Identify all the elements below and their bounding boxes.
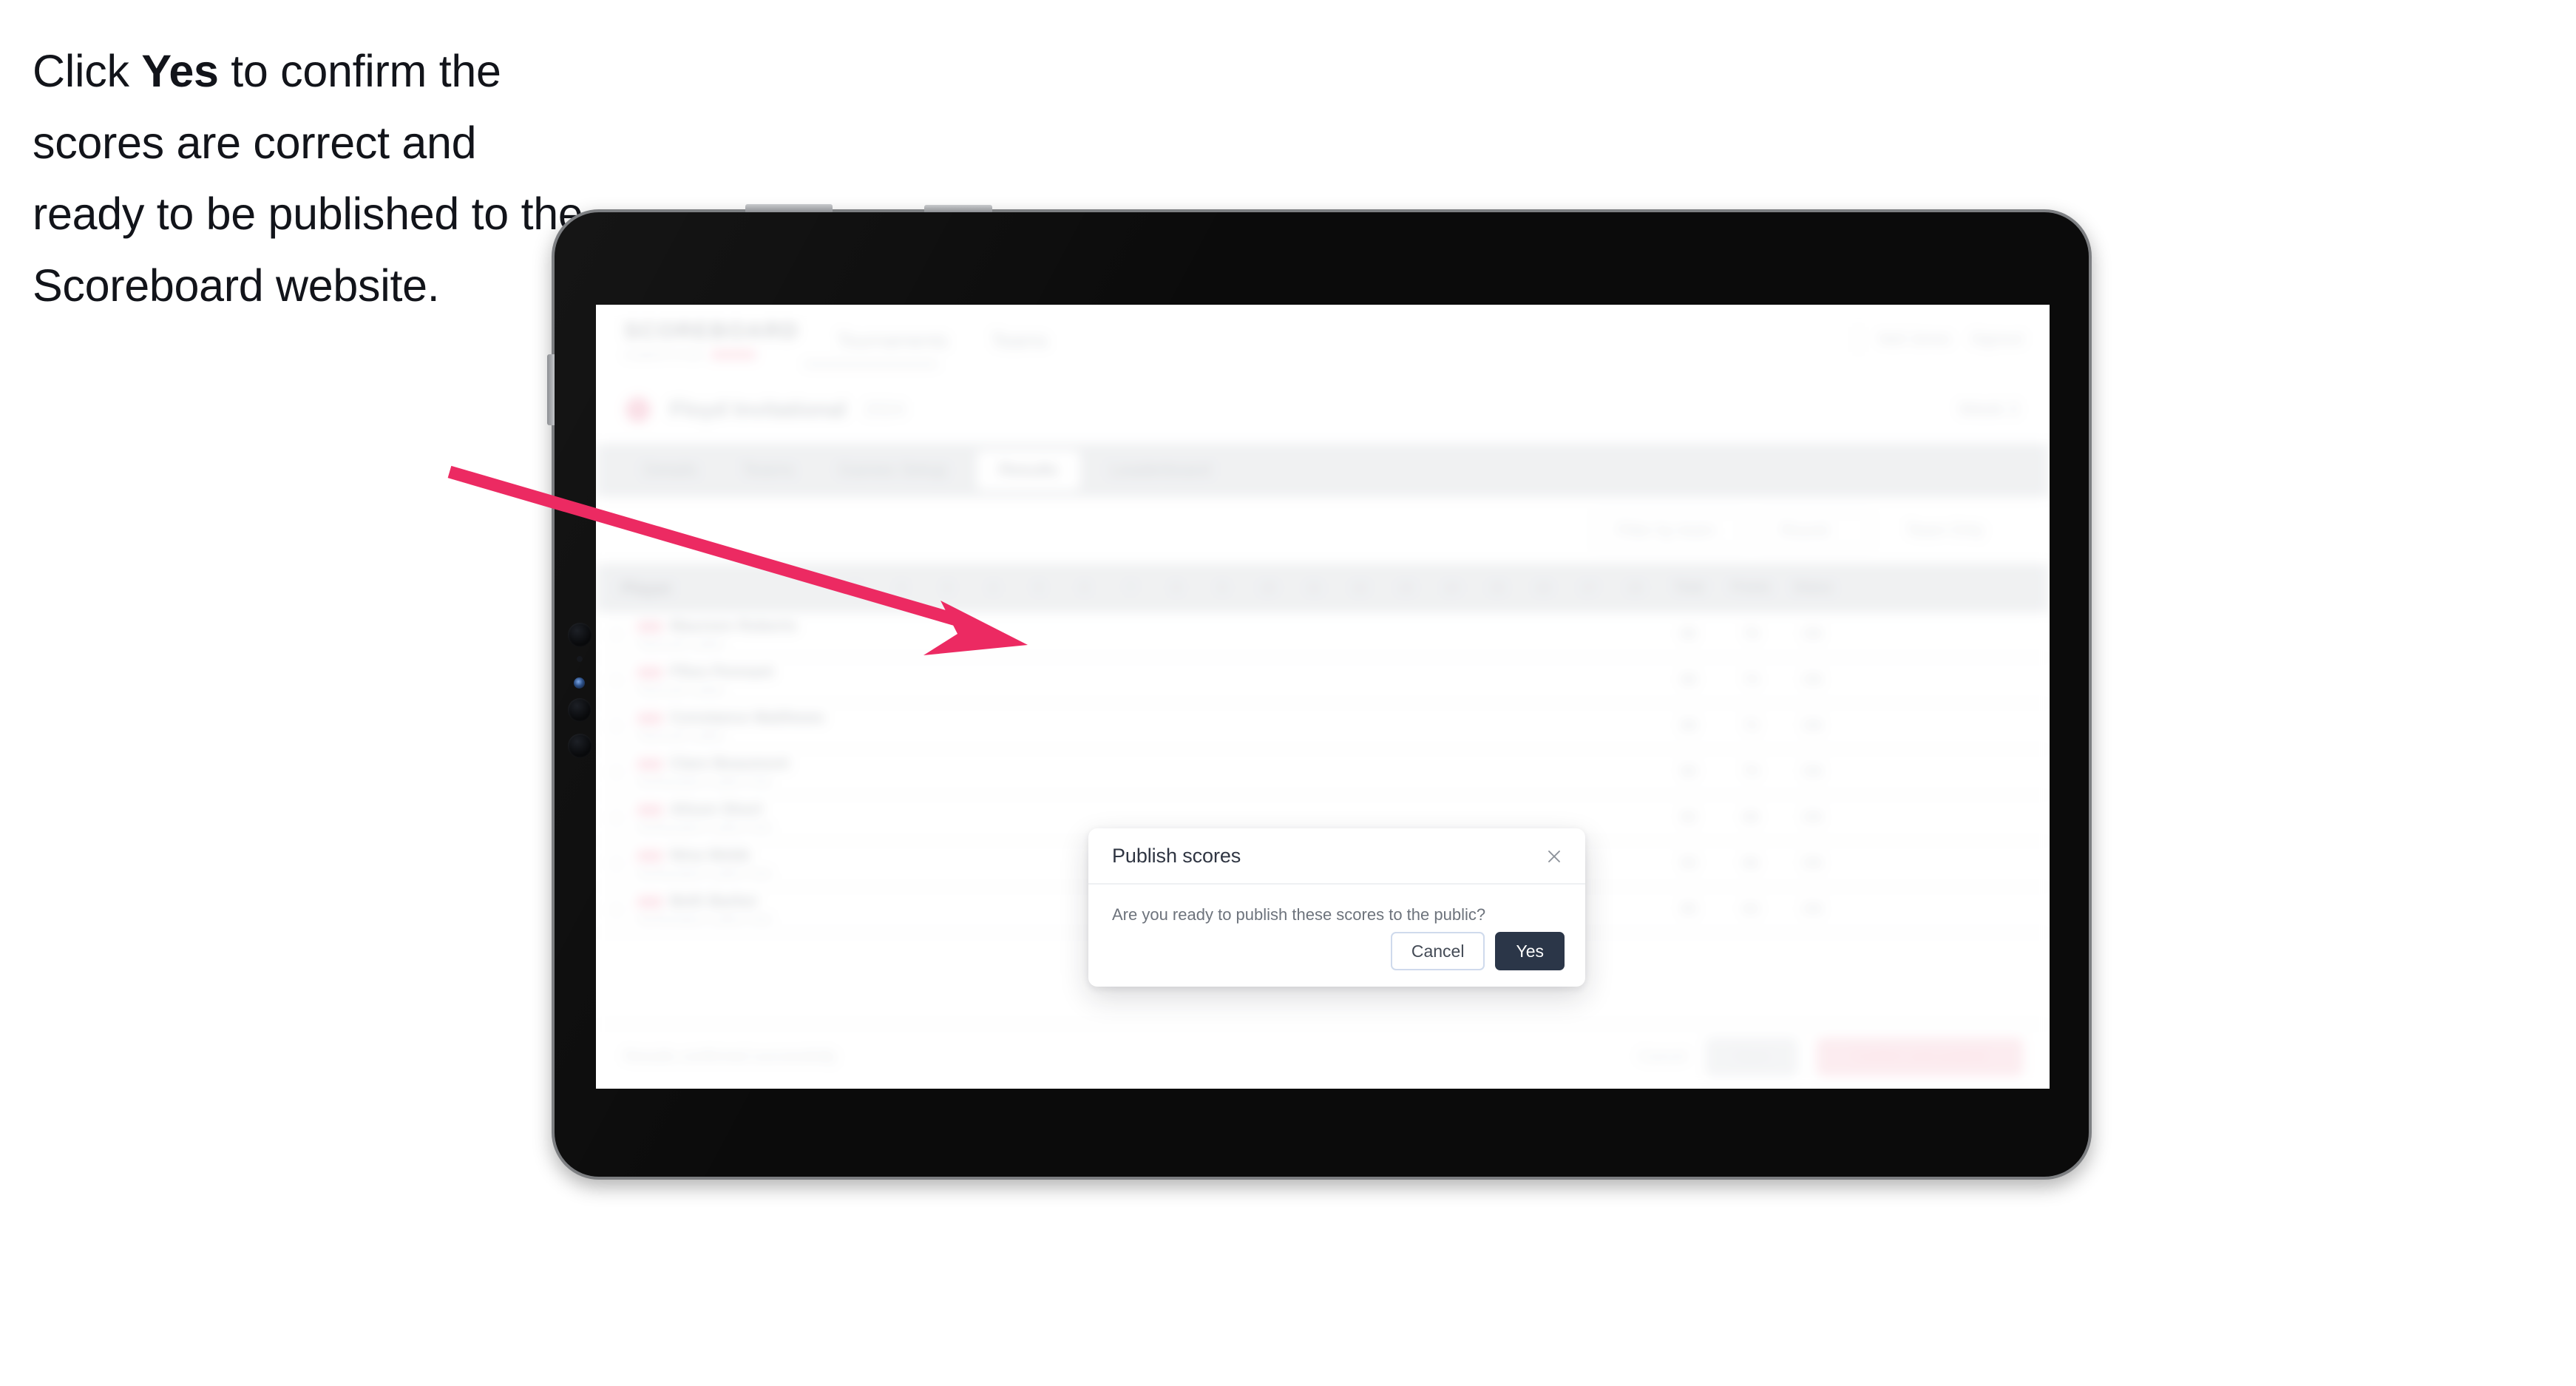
- dialog-message: Are you ready to publish these scores to…: [1112, 905, 1486, 924]
- power-button[interactable]: [745, 204, 833, 212]
- tablet-screen: SCOREBOARD COMPETITION Tournaments Teams…: [596, 305, 2050, 1089]
- close-icon[interactable]: [1541, 843, 1567, 870]
- dialog-body: Are you ready to publish these scores to…: [1088, 885, 1585, 926]
- camera-sensor-dot: [577, 656, 583, 662]
- camera-flash: [574, 677, 585, 689]
- yes-button[interactable]: Yes: [1495, 932, 1565, 970]
- publish-scores-dialog: Publish scores Are you ready to publish …: [1088, 828, 1585, 987]
- left-rail-button[interactable]: [547, 354, 555, 425]
- cancel-button[interactable]: Cancel: [1390, 932, 1485, 970]
- instruction-caption: Click Yes to confirm the scores are corr…: [33, 36, 594, 322]
- dialog-header: Publish scores: [1088, 828, 1585, 885]
- camera-lens-3: [568, 734, 592, 758]
- camera-lens-2: [568, 698, 592, 722]
- volume-up-button[interactable]: [924, 205, 992, 212]
- caption-emphasis: Yes: [141, 46, 219, 96]
- dialog-title: Publish scores: [1112, 844, 1241, 867]
- caption-part1: Click: [33, 46, 142, 96]
- camera-lens-1: [568, 623, 592, 647]
- tablet-device: SCOREBOARD COMPETITION Tournaments Teams…: [547, 204, 2092, 1180]
- screenshot-root: Click Yes to confirm the scores are corr…: [0, 0, 2576, 1386]
- dialog-footer: Cancel Yes: [1390, 932, 1565, 970]
